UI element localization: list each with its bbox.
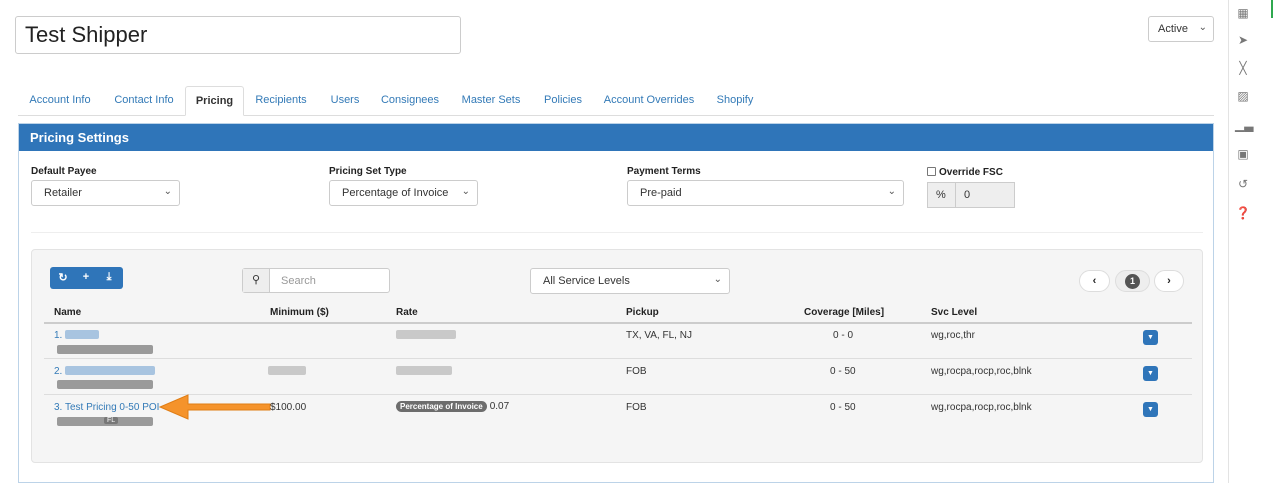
history-icon[interactable]: ↺ xyxy=(1235,176,1251,192)
table-action-buttons: ↻ + ⤓ xyxy=(50,267,123,289)
tab-bar: Account Info Contact Info Pricing Recipi… xyxy=(18,86,1214,116)
right-sidebar: ▦ ➤ ╳ ▨ ▁▃ ▣ ↺ ❓ xyxy=(1228,0,1280,483)
minimum-cell: $100.00 xyxy=(270,402,307,413)
status-select[interactable]: Active ⌄ xyxy=(1148,16,1214,42)
search-icon: ⚲ xyxy=(243,269,270,292)
download-icon[interactable]: ⤓ xyxy=(102,271,116,284)
col-minimum: Minimum ($) xyxy=(270,307,329,318)
default-payee-select[interactable]: Retailer ⌄ xyxy=(31,180,180,206)
col-pickup: Pickup xyxy=(626,307,659,318)
rate-value: 0.07 xyxy=(489,401,510,412)
chevron-down-icon: ⌄ xyxy=(163,186,172,197)
tab-shopify[interactable]: Shopify xyxy=(710,86,760,116)
row-actions-dropdown[interactable]: ▼ xyxy=(1143,330,1158,345)
col-coverage: Coverage [Miles] xyxy=(804,307,885,318)
tab-account-info[interactable]: Account Info xyxy=(18,86,102,116)
pricing-set-name: Test Pricing 0-50 POI xyxy=(64,402,160,413)
chevron-down-icon: ⌄ xyxy=(461,186,470,197)
pricing-settings-panel: Pricing Settings Default Payee Retailer … xyxy=(18,123,1214,483)
search-input[interactable]: ⚲ Search xyxy=(242,268,390,293)
chevron-down-icon: ⌄ xyxy=(713,274,722,285)
tab-master-sets[interactable]: Master Sets xyxy=(455,86,527,116)
header-divider xyxy=(44,322,1192,324)
service-level-select[interactable]: All Service Levels ⌄ xyxy=(530,268,730,294)
panel-title: Pricing Settings xyxy=(19,124,1213,151)
redacted-location xyxy=(57,380,153,389)
refresh-icon[interactable]: ↻ xyxy=(56,271,70,284)
tab-policies[interactable]: Policies xyxy=(538,86,588,116)
location-arrow-icon[interactable]: ➤ xyxy=(1235,32,1251,48)
row-actions-dropdown[interactable]: ▼ xyxy=(1143,402,1158,417)
rate-cell: Percentage of Invoice 0.07 xyxy=(396,401,509,412)
signpost-icon[interactable]: ╳ xyxy=(1235,60,1251,76)
pickup-cell: FOB xyxy=(626,402,647,413)
pricing-set-link[interactable]: 3. Test Pricing 0-50 POI xyxy=(54,402,159,413)
percent-addon: % xyxy=(927,182,956,208)
redacted-rate xyxy=(396,366,452,375)
row-actions-dropdown[interactable]: ▼ xyxy=(1143,366,1158,381)
pricing-set-type-label: Pricing Set Type xyxy=(329,166,407,177)
boxes-icon[interactable]: ▣ xyxy=(1235,146,1251,162)
tab-users[interactable]: Users xyxy=(323,86,367,116)
prev-page-button[interactable]: ‹ xyxy=(1079,270,1110,292)
default-payee-value: Retailer xyxy=(44,187,82,199)
active-indicator xyxy=(1271,0,1273,18)
pricing-set-type-select[interactable]: Percentage of Invoice ⌄ xyxy=(329,180,478,206)
pickup-cell: FOB xyxy=(626,366,647,377)
override-fsc-label: Override FSC xyxy=(939,167,1003,178)
search-placeholder: Search xyxy=(281,275,316,287)
divider xyxy=(31,232,1203,233)
help-icon[interactable]: ❓ xyxy=(1235,205,1251,221)
pricing-set-type-value: Percentage of Invoice xyxy=(342,187,449,199)
map-icon[interactable]: ▨ xyxy=(1235,88,1251,104)
bar-chart-icon[interactable]: ▁▃ xyxy=(1235,117,1253,133)
redacted-name xyxy=(65,366,155,375)
redacted-location xyxy=(57,345,153,354)
pricing-sets-well: ↻ + ⤓ ⚲ Search All Service Levels ⌄ ‹ 1 … xyxy=(31,249,1203,463)
col-svc-level: Svc Level xyxy=(931,307,978,318)
tab-recipients[interactable]: Recipients xyxy=(250,86,312,116)
state-tag: FL xyxy=(104,417,119,424)
default-payee-label: Default Payee xyxy=(31,166,97,177)
coverage-cell: 0 - 0 xyxy=(833,330,854,341)
annotation-arrow xyxy=(158,394,271,420)
payment-terms-label: Payment Terms xyxy=(627,166,701,177)
svc-level-cell: wg,roc,thr xyxy=(931,330,975,341)
coverage-cell: 0 - 50 xyxy=(830,366,856,377)
tab-contact-info[interactable]: Contact Info xyxy=(106,86,182,116)
tab-pricing[interactable]: Pricing xyxy=(185,86,244,116)
override-fsc-input[interactable]: 0 xyxy=(955,182,1015,208)
redacted-name xyxy=(65,330,99,339)
svc-level-cell: wg,rocpa,rocp,roc,blnk xyxy=(931,366,1032,377)
plus-icon[interactable]: + xyxy=(79,271,93,283)
shipper-name-input[interactable]: Test Shipper xyxy=(15,16,461,54)
row-index[interactable]: 1. xyxy=(54,330,62,341)
payment-terms-value: Pre-paid xyxy=(640,187,682,199)
svc-level-cell: wg,rocpa,rocp,roc,blnk xyxy=(931,402,1032,413)
service-level-value: All Service Levels xyxy=(543,275,630,287)
override-fsc-checkbox[interactable] xyxy=(927,167,936,176)
redacted-rate xyxy=(396,330,456,339)
row-divider xyxy=(44,358,1192,359)
chevron-down-icon: ⌄ xyxy=(1198,22,1207,33)
pickup-cell: TX, VA, FL, NJ xyxy=(626,330,692,341)
calculator-icon[interactable]: ▦ xyxy=(1235,5,1251,21)
redacted-minimum xyxy=(268,366,306,375)
rate-type-badge: Percentage of Invoice xyxy=(396,401,487,412)
coverage-cell: 0 - 50 xyxy=(830,402,856,413)
row-index: 3. xyxy=(54,402,63,413)
col-name: Name xyxy=(54,307,82,318)
tab-account-overrides[interactable]: Account Overrides xyxy=(599,86,699,116)
chevron-down-icon: ⌄ xyxy=(887,186,896,197)
payment-terms-select[interactable]: Pre-paid ⌄ xyxy=(627,180,904,206)
page-indicator[interactable]: 1 xyxy=(1115,270,1150,292)
status-value: Active xyxy=(1158,23,1188,35)
page-number: 1 xyxy=(1125,274,1140,289)
tab-consignees[interactable]: Consignees xyxy=(376,86,444,116)
col-rate: Rate xyxy=(396,307,418,318)
row-index[interactable]: 2. xyxy=(54,366,62,377)
arrow-shape xyxy=(158,394,271,420)
next-page-button[interactable]: › xyxy=(1154,270,1184,292)
